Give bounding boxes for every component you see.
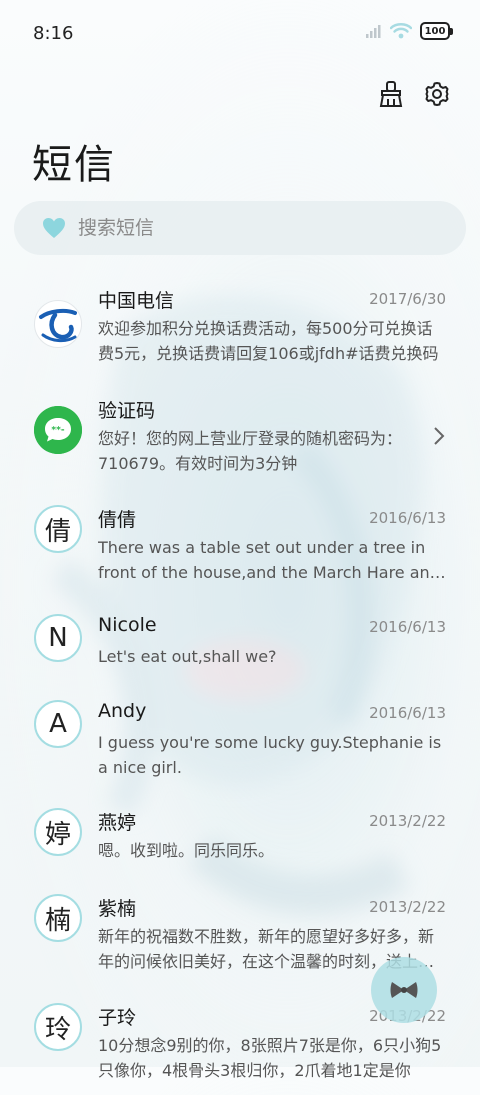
toolbar — [376, 78, 452, 110]
svg-text:**-: **- — [51, 426, 64, 436]
message-date: 2016/6/13 — [369, 704, 446, 722]
message-item-verification-code[interactable]: **- 验证码 您好！您的网上营业厅登录的随机密码为：710679。有效时间为3… — [0, 396, 480, 488]
signal-icon — [366, 25, 381, 38]
avatar-letter: N — [48, 623, 68, 653]
bow-icon — [390, 982, 418, 998]
message-item-andy[interactable]: A Andy 2016/6/13 I guess you're some luc… — [0, 700, 480, 792]
message-date: 2016/6/13 — [369, 509, 446, 527]
message-preview: 嗯。收到啦。同乐同乐。 — [98, 841, 275, 860]
avatar: 婷 — [34, 808, 82, 856]
avatar — [34, 300, 82, 348]
sender-name: 紫楠 — [98, 898, 137, 920]
telecom-logo-icon — [36, 302, 80, 346]
message-preview: 10分想念9别的你，8张照片7张是你，6只小狗5只像你，4根骨头3根归你，2爪着… — [98, 1036, 442, 1080]
message-preview: I guess you're some lucky guy.Stephanie … — [98, 733, 442, 777]
sender-name: Andy — [98, 700, 147, 722]
sender-name: 中国电信 — [98, 290, 175, 312]
clean-brush-button[interactable] — [376, 78, 406, 110]
search-bar[interactable] — [14, 201, 466, 255]
message-date: 2013/2/22 — [369, 898, 446, 916]
avatar: N — [34, 614, 82, 662]
sender-name: 倩倩 — [98, 509, 137, 531]
search-input[interactable] — [78, 217, 438, 239]
message-item-yanting[interactable]: 婷 燕婷 2013/2/22 嗯。收到啦。同乐同乐。 — [0, 808, 480, 878]
brush-icon — [379, 81, 403, 107]
sender-name: 燕婷 — [98, 812, 137, 834]
battery-icon: 100 — [420, 22, 453, 40]
sender-name: 子玲 — [98, 1007, 137, 1029]
settings-button[interactable] — [422, 78, 452, 110]
message-date: 2013/2/22 — [369, 812, 446, 830]
new-message-button[interactable] — [371, 957, 437, 1023]
avatar: 玲 — [34, 1003, 82, 1051]
message-item-china-telecom[interactable]: 中国电信 2017/6/30 欢迎参加积分兑换话费活动，每500分可兑换话费5元… — [0, 286, 480, 378]
avatar-letter: 楠 — [44, 905, 71, 936]
avatar: 倩 — [34, 505, 82, 553]
gear-icon — [425, 82, 449, 106]
avatar-letter: 玲 — [44, 1014, 71, 1045]
message-preview: Let's eat out,shall we? — [98, 647, 277, 666]
heart-icon — [42, 216, 66, 240]
avatar: **- — [34, 406, 82, 454]
chevron-right-icon — [434, 427, 445, 445]
avatar-letter: A — [49, 709, 67, 739]
message-date: 2017/6/30 — [369, 290, 446, 308]
message-preview: 欢迎参加积分兑换话费活动，每500分可兑换话费5元，兑换话费请回复106或jfd… — [98, 319, 439, 363]
avatar-letter: 倩 — [44, 516, 71, 547]
status-icons: 100 — [366, 22, 453, 40]
battery-level: 100 — [424, 25, 446, 37]
message-item-nicole[interactable]: N Nicole 2016/6/13 Let's eat out,shall w… — [0, 614, 480, 684]
message-date: 2016/6/13 — [369, 618, 446, 636]
sender-name: Nicole — [98, 614, 157, 636]
message-item-qianqian[interactable]: 倩 倩倩 2016/6/13 There was a table set out… — [0, 505, 480, 597]
status-bar: 8:16 100 — [0, 0, 480, 68]
status-time: 8:16 — [33, 23, 74, 44]
message-preview: 您好！您的网上营业厅登录的随机密码为：710679。有效时间为3分钟 — [98, 429, 403, 473]
wifi-icon — [390, 23, 412, 39]
page-title: 短信 — [32, 142, 116, 188]
avatar-letter: 婷 — [44, 819, 71, 850]
sms-code-icon: **- — [34, 406, 82, 454]
sender-name: 验证码 — [98, 400, 156, 422]
avatar: A — [34, 700, 82, 748]
message-preview: There was a table set out under a tree i… — [98, 538, 440, 582]
avatar: 楠 — [34, 894, 82, 942]
